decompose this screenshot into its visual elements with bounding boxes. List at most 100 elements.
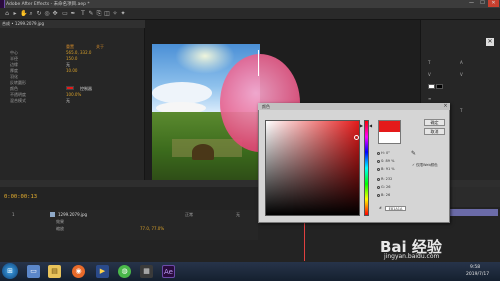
color-swatch[interactable] (66, 86, 74, 90)
time-ruler[interactable] (450, 187, 500, 207)
dialog-close-icon[interactable]: × (441, 103, 450, 109)
cancel-button[interactable]: 取消 (424, 128, 445, 135)
green-radio[interactable] (377, 185, 380, 189)
hue-field[interactable]: H: 0° (377, 151, 390, 155)
hex-input[interactable]: E81A1A (385, 206, 406, 211)
roto-tool-icon[interactable]: ✧ (112, 10, 118, 17)
only-web-colors-label: 仅限Web颜色 (416, 163, 438, 167)
color-marker[interactable] (354, 135, 359, 140)
rotate-tool-icon[interactable]: ↻ (36, 10, 42, 17)
hue-arrow-right-icon[interactable]: ◀ (369, 123, 372, 128)
desktop-icon[interactable]: ▭ (27, 265, 40, 278)
file-explorer-icon[interactable]: ▤ (48, 265, 61, 278)
text-tool-icon[interactable]: T (80, 10, 86, 17)
field-value[interactable]: 91 % (386, 167, 395, 171)
hex-label: # (379, 206, 382, 210)
brush-tool-icon[interactable]: ✎ (88, 10, 94, 17)
scale-value[interactable]: 77.0, 77.0% (140, 226, 164, 231)
effects-group[interactable]: 效果 (56, 219, 64, 225)
pan-tool-icon[interactable]: ✥ (52, 10, 58, 17)
stroke-width-icon[interactable]: ≡ (428, 96, 431, 101)
puppet-tool-icon[interactable]: ✦ (120, 10, 126, 17)
param-value[interactable]: 150.0 (66, 56, 77, 61)
field-value[interactable]: 89 % (386, 159, 395, 163)
parent-dropdown[interactable]: 无 (236, 212, 240, 218)
anchor-crosshair[interactable] (258, 50, 259, 76)
clock-date[interactable]: 2019/7/17 (466, 272, 489, 277)
select-tool-icon[interactable]: ▸ (12, 10, 18, 17)
eyedropper-icon[interactable]: ✎ (411, 150, 416, 157)
window-icon[interactable]: ▦ (140, 265, 153, 278)
param-value[interactable]: 100.0% (66, 92, 81, 97)
window-title: Adobe After Effects - 未命名项目.aep * (6, 2, 90, 7)
fill-color-swatch[interactable] (428, 84, 435, 89)
hue-radio[interactable] (377, 151, 380, 155)
eraser-tool-icon[interactable]: ◫ (104, 10, 110, 17)
blue-radio[interactable] (377, 193, 380, 197)
stroke-color-swatch[interactable] (436, 84, 443, 89)
pen-tool-icon[interactable]: ✒ (70, 10, 76, 17)
brightness-field[interactable]: B: 91 % (377, 167, 395, 171)
kerning-icon[interactable]: V (460, 72, 463, 77)
media-player-icon[interactable]: ▶ (96, 265, 109, 278)
field-value[interactable]: 0° (386, 151, 390, 155)
effect-controls-tab[interactable]: 合成 • 1299.2079.jpg (2, 21, 44, 27)
hue-slider[interactable] (364, 120, 369, 216)
param-value[interactable]: 控制器 (80, 86, 92, 92)
firefox-icon[interactable]: ◉ (72, 265, 85, 278)
layer-rows (0, 210, 258, 240)
blend-mode-dropdown[interactable]: 正常 (185, 212, 193, 218)
app-logo-icon (0, 0, 5, 8)
clock-time[interactable]: 9:58 (470, 265, 480, 270)
param-value[interactable]: 565.0, 332.0 (66, 50, 91, 55)
layer-duration-bar[interactable] (450, 209, 498, 216)
ok-button[interactable]: 确定 (424, 119, 445, 126)
current-timecode[interactable]: 0:00:00:13 (4, 194, 37, 200)
saturation-brightness-field[interactable] (265, 120, 360, 216)
layer-name[interactable]: 1299.2079.jpg (58, 212, 87, 217)
panel-close-icon[interactable]: ✕ (486, 38, 494, 46)
param-dropdown[interactable]: 无 (66, 98, 70, 104)
saturation-field[interactable]: S: 89 % (377, 159, 394, 163)
current-color-swatch[interactable] (378, 132, 401, 144)
scale-property[interactable]: 缩放 (56, 226, 64, 232)
tracking-icon[interactable]: V (428, 72, 431, 77)
hue-arrow-left-icon[interactable]: ▶ (360, 123, 363, 128)
maximize-button[interactable]: ☐ (477, 0, 488, 7)
blue-field[interactable]: B: 26 (377, 193, 390, 197)
leading-icon[interactable]: A (460, 60, 463, 65)
red-field[interactable]: R: 232 (377, 177, 392, 181)
after-effects-icon[interactable]: Ae (162, 265, 175, 278)
dialog-title: 颜色 (262, 104, 270, 109)
only-web-colors-checkbox[interactable]: ✓ 仅限Web颜色 (412, 163, 438, 168)
dialog-title-bar[interactable] (258, 103, 450, 110)
green-field[interactable]: G: 26 (377, 185, 391, 189)
clone-tool-icon[interactable]: ⎘ (96, 10, 102, 17)
hand-tool-icon[interactable]: ✋ (20, 10, 27, 17)
zoom-tool-icon[interactable]: ⌕ (28, 10, 34, 17)
field-value[interactable]: 26 (386, 185, 390, 189)
layer-label-icon (50, 212, 55, 217)
minimize-button[interactable]: — (466, 0, 477, 7)
wechat-icon[interactable]: ◍ (118, 265, 131, 278)
about-link[interactable]: 关于 (96, 44, 104, 50)
camera-tool-icon[interactable]: ◎ (44, 10, 50, 17)
param-value[interactable]: 10.00 (66, 68, 77, 73)
close-button[interactable]: ✕ (488, 0, 499, 7)
red-radio[interactable] (377, 177, 380, 181)
text-size-icon[interactable]: T (428, 60, 430, 65)
start-button[interactable]: ⊞ (2, 263, 18, 279)
param-label: 混合模式 (10, 98, 26, 103)
rectangle-tool-icon[interactable]: ▭ (62, 10, 68, 17)
saturation-radio[interactable] (377, 159, 380, 163)
field-label: S: (381, 159, 385, 163)
home-icon[interactable]: ⌂ (4, 10, 10, 17)
cloud (152, 82, 212, 104)
brightness-radio[interactable] (377, 167, 380, 171)
haystack (192, 144, 214, 160)
field-label: B: (381, 167, 385, 171)
field-value[interactable]: 232 (386, 177, 393, 181)
field-value[interactable]: 26 (386, 193, 390, 197)
horizontal-scale-icon[interactable]: T (460, 108, 462, 113)
field-label: H: (381, 151, 385, 155)
